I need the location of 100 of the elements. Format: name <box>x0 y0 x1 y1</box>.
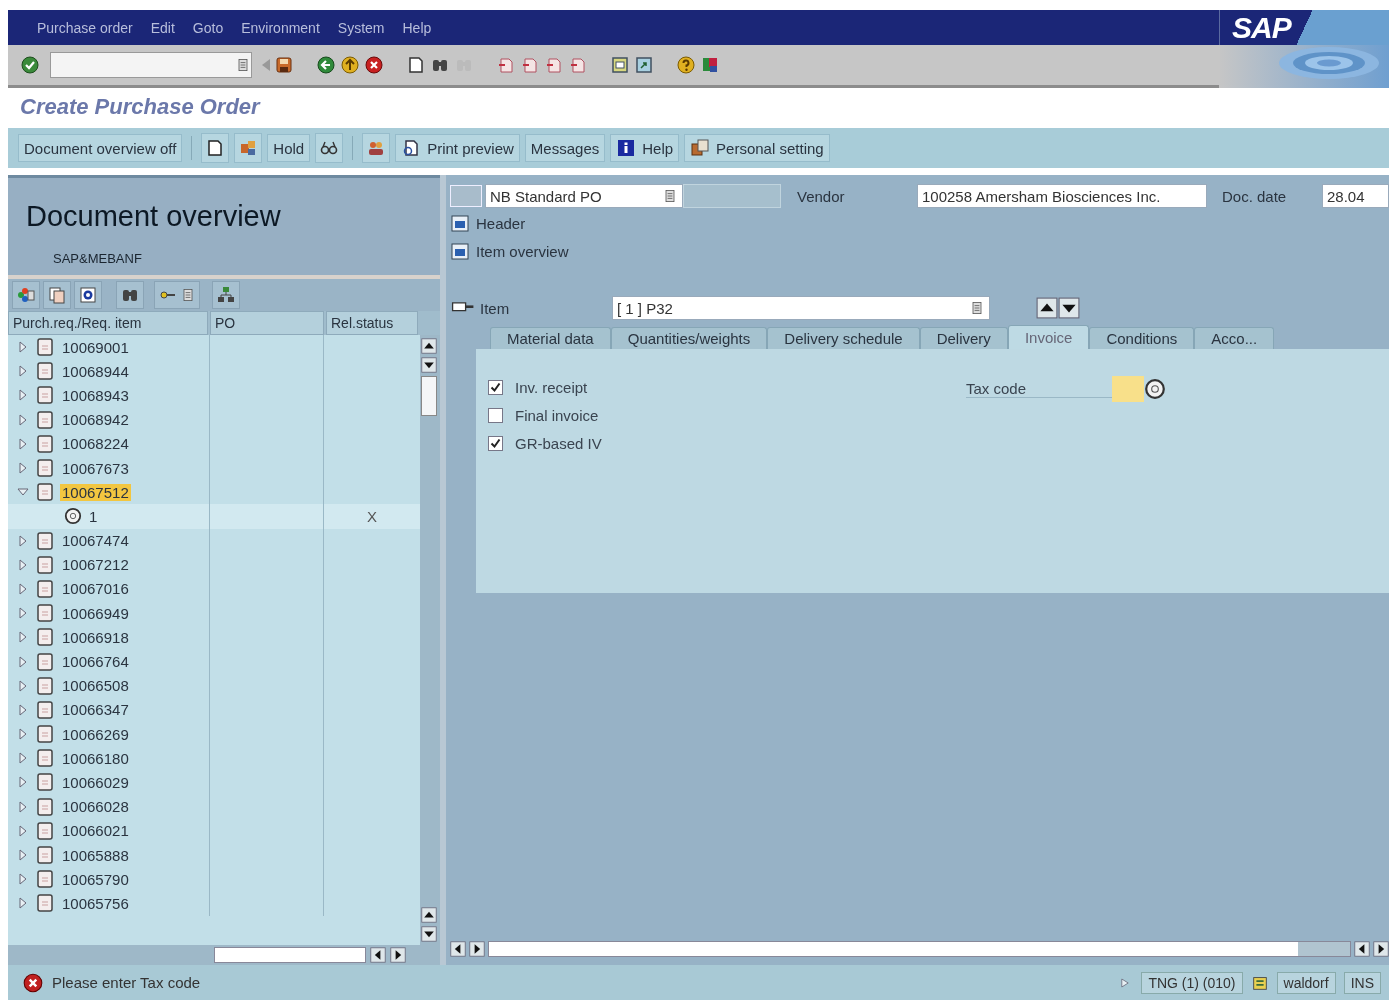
input-field[interactable] <box>683 184 781 208</box>
field-label: Vendor <box>797 187 846 205</box>
scroll-thumb[interactable] <box>421 376 437 416</box>
checkbox[interactable] <box>488 435 503 451</box>
document-icon <box>35 482 55 503</box>
menu-item[interactable]: Purchase order <box>30 19 140 36</box>
floppy-icon[interactable] <box>274 55 294 75</box>
tree-node-label[interactable]: 10065756 <box>60 894 131 912</box>
toolbar-button[interactable]: Help <box>610 134 680 162</box>
document-icon <box>35 433 55 454</box>
tab[interactable]: Quantities/weights <box>610 327 768 349</box>
pages-icon[interactable] <box>47 285 67 305</box>
toolbar-button[interactable]: Hold <box>267 134 311 162</box>
document-icon <box>35 796 55 817</box>
item-field[interactable]: [ 1 ] P32 <box>612 296 990 320</box>
scrollbar[interactable] <box>214 947 366 963</box>
checkbox[interactable] <box>488 407 503 423</box>
window-icon[interactable] <box>610 55 630 75</box>
tree-node-label[interactable]: 10069001 <box>60 338 131 356</box>
vendor-field[interactable]: 100258 Amersham Biosciences Inc. <box>917 184 1207 208</box>
tree-node-label[interactable]: 10067212 <box>60 556 131 574</box>
tab[interactable]: Material data <box>490 327 611 349</box>
tab[interactable]: Delivery schedule <box>767 327 920 349</box>
document-icon <box>35 385 55 406</box>
server-name: waldorf <box>1276 971 1336 994</box>
toolbar-button[interactable]: Personal setting <box>684 134 830 162</box>
list-icon[interactable] <box>662 188 678 204</box>
document-icon <box>35 627 55 648</box>
value-help-icon[interactable] <box>1144 378 1166 400</box>
panel-title: Document overview <box>26 200 282 233</box>
help-icon[interactable] <box>676 55 696 75</box>
tree-node-label[interactable]: 10066918 <box>60 628 131 646</box>
toolbar-button[interactable]: Print preview <box>395 134 520 162</box>
menu-item[interactable]: Edit <box>143 19 182 36</box>
document-icon <box>35 893 55 914</box>
page-arrow-icon[interactable] <box>496 55 516 75</box>
document-icon <box>35 748 55 769</box>
column-header[interactable]: Purch.req./Req. item <box>8 311 208 335</box>
command-field[interactable] <box>50 52 252 78</box>
tree-node-label[interactable]: 10067512 <box>60 483 131 501</box>
column-header[interactable]: Rel.status <box>326 311 418 335</box>
tree-node-label[interactable]: 10067016 <box>60 580 131 598</box>
checkbox[interactable] <box>488 379 503 395</box>
column-header[interactable]: PO <box>210 311 324 335</box>
menu-item[interactable]: Goto <box>185 19 231 36</box>
section-button[interactable]: Header <box>450 209 526 237</box>
tree-node-label[interactable]: 10066508 <box>60 677 131 695</box>
page-arrow-icon[interactable] <box>520 55 540 75</box>
tree-node-label[interactable]: 10068224 <box>60 435 131 453</box>
window-icon[interactable] <box>634 55 654 75</box>
scrollbar[interactable] <box>488 941 1351 957</box>
tree-node-label[interactable]: 10065790 <box>60 870 131 888</box>
tree-node-label[interactable]: 10066949 <box>60 604 131 622</box>
tree-node-label[interactable]: 10065888 <box>60 846 131 864</box>
tab[interactable]: Invoice <box>1007 325 1090 349</box>
cross-icon[interactable] <box>364 55 384 75</box>
tab[interactable]: Conditions <box>1089 327 1195 349</box>
triangle-icon <box>262 59 270 71</box>
hierarchy-icon[interactable] <box>16 285 36 305</box>
tree-node-label[interactable]: 10068944 <box>60 362 131 380</box>
sap-logo: SAP <box>1232 10 1291 45</box>
hierarchy-icon[interactable] <box>216 285 236 305</box>
document-icon <box>35 772 55 793</box>
tab[interactable]: Delivery <box>919 327 1008 349</box>
section-button[interactable]: Item overview <box>450 237 569 265</box>
tree-node-label[interactable]: 10067474 <box>60 532 131 550</box>
tree-node-label[interactable]: 10066269 <box>60 725 131 743</box>
tree-node-label[interactable]: 10067673 <box>60 459 131 477</box>
menu-item[interactable]: System <box>330 19 392 36</box>
palette-icon[interactable] <box>700 55 720 75</box>
tax-code-field[interactable] <box>1112 376 1144 402</box>
tab[interactable]: Acco... <box>1194 327 1275 349</box>
tree-node-label[interactable]: 10066028 <box>60 798 131 816</box>
list-icon[interactable] <box>969 300 985 316</box>
tree-node-label[interactable]: 1 <box>87 507 100 525</box>
tree-node-label[interactable]: 10066029 <box>60 773 131 791</box>
document-icon <box>35 869 55 890</box>
document-icon <box>35 603 55 624</box>
toolbar-button[interactable]: Messages <box>524 134 606 162</box>
tree-node-label[interactable]: 10066347 <box>60 701 131 719</box>
document-icon <box>35 458 55 479</box>
tree-node-label[interactable]: 10068943 <box>60 386 131 404</box>
toolbar-button[interactable]: Document overview off <box>18 134 183 162</box>
tree-node-label[interactable]: 10068942 <box>60 411 131 429</box>
list-icon[interactable] <box>235 57 251 73</box>
tree-node-label[interactable]: 10066180 <box>60 749 131 767</box>
document-type-field[interactable]: NB Standard PO <box>485 184 683 208</box>
scrollbar[interactable] <box>420 335 440 945</box>
menu-item[interactable]: Environment <box>234 19 327 36</box>
tree-node-label[interactable]: 10066764 <box>60 653 131 671</box>
menu-item[interactable]: Help <box>395 19 439 36</box>
page-arrow-icon[interactable] <box>544 55 564 75</box>
page-icon[interactable] <box>406 55 426 75</box>
list-icon[interactable] <box>180 287 196 303</box>
checkbox-label: GR-based IV <box>515 434 602 452</box>
date-field[interactable]: 28.04 <box>1322 184 1389 208</box>
document-icon <box>35 578 55 599</box>
page-arrow-icon[interactable] <box>568 55 588 75</box>
check-icon[interactable] <box>20 55 40 75</box>
tree-node-label[interactable]: 10066021 <box>60 822 131 840</box>
